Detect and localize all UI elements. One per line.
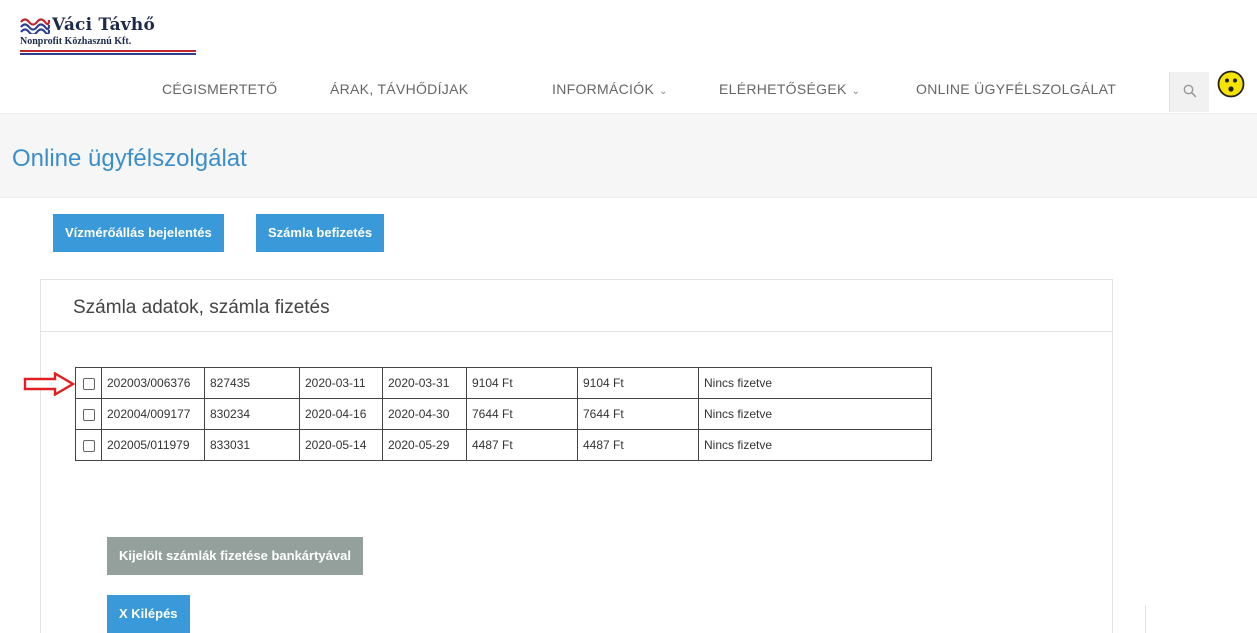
- invoice-table: 202003/006376 827435 2020-03-11 2020-03-…: [75, 367, 932, 461]
- cell-id: 830234: [204, 398, 300, 430]
- logo-subtitle: Nonprofit Közhasznú Kft.: [20, 36, 132, 47]
- cell-balance: 7644 Ft: [577, 398, 699, 430]
- table-cell-checkbox: [75, 398, 102, 430]
- cell-number: 202005/011979: [101, 429, 205, 461]
- invoice-checkbox[interactable]: [82, 377, 95, 390]
- nav-item-cegismerteto[interactable]: CÉGISMERTETŐ: [162, 81, 277, 97]
- cell-balance: 9104 Ft: [577, 367, 699, 399]
- bill-pay-button[interactable]: Számla befizetés: [256, 214, 385, 252]
- page-title-band: Online ügyfélszolgálat: [0, 113, 1257, 198]
- logo-underline-red: [20, 50, 196, 52]
- cell-balance: 4487 Ft: [577, 429, 699, 461]
- invoice-checkbox[interactable]: [82, 439, 95, 452]
- cell-id: 827435: [204, 367, 300, 399]
- cell-amount: 9104 Ft: [466, 367, 578, 399]
- page-title: Online ügyfélszolgálat: [12, 145, 247, 172]
- cell-issue-date: 2020-05-14: [299, 429, 383, 461]
- arrow-right-icon: [23, 372, 75, 396]
- nav-item-label: ELÉRHETŐSÉGEK: [719, 81, 847, 97]
- cell-amount: 7644 Ft: [466, 398, 578, 430]
- cell-due-date: 2020-05-29: [382, 429, 467, 461]
- cell-amount: 4487 Ft: [466, 429, 578, 461]
- cell-due-date: 2020-04-30: [382, 398, 467, 430]
- nav-item-label: ÁRAK, TÁVHŐDÍJAK: [330, 81, 469, 97]
- search-button[interactable]: [1169, 72, 1209, 112]
- cell-issue-date: 2020-04-16: [299, 398, 383, 430]
- cell-id: 833031: [204, 429, 300, 461]
- logo-waves-icon: [20, 18, 50, 34]
- nav-item-elerhetosegek[interactable]: ELÉRHETŐSÉGEK ⌄: [719, 81, 860, 97]
- nav-item-arak[interactable]: ÁRAK, TÁVHŐDÍJAK: [330, 81, 468, 97]
- cell-issue-date: 2020-03-11: [299, 367, 383, 399]
- table-cell-checkbox: [75, 367, 102, 399]
- cell-status: Nincs fizetve: [698, 398, 932, 430]
- panel-header: Számla adatok, számla fizetés: [41, 280, 1112, 332]
- chevron-down-icon: ⌄: [659, 86, 668, 97]
- panel-title: Számla adatok, számla fizetés: [73, 297, 330, 318]
- table-row: 202003/006376 827435 2020-03-11 2020-03-…: [75, 367, 932, 399]
- logo[interactable]: Váci Távhő Nonprofit Közhasznú Kft.: [20, 14, 210, 60]
- nav-item-label: ONLINE ÜGYFÉLSZOLGÁLAT: [916, 81, 1117, 97]
- table-row: 202005/011979 833031 2020-05-14 2020-05-…: [75, 429, 932, 461]
- cell-number: 202004/009177: [101, 398, 205, 430]
- table-cell-checkbox: [75, 429, 102, 461]
- nav-item-label: INFORMÁCIÓK: [552, 81, 655, 97]
- cell-due-date: 2020-03-31: [382, 367, 467, 399]
- smiley-icon[interactable]: [1217, 70, 1245, 98]
- cell-status: Nincs fizetve: [698, 367, 932, 399]
- divider: [1145, 605, 1146, 633]
- table-row: 202004/009177 830234 2020-04-16 2020-04-…: [75, 398, 932, 430]
- meter-report-button[interactable]: Vízmérőállás bejelentés: [53, 214, 224, 252]
- logo-title: Váci Távhő: [52, 15, 155, 35]
- invoice-checkbox[interactable]: [82, 408, 95, 421]
- pay-selected-by-card-button[interactable]: Kijelölt számlák fizetése bankártyával: [107, 537, 363, 575]
- logout-button[interactable]: X Kilépés: [107, 595, 190, 633]
- main-nav: CÉGISMERTETŐ ÁRAK, TÁVHŐDÍJAK INFORMÁCIÓ…: [0, 72, 1257, 112]
- logo-underline-blue: [20, 53, 196, 55]
- nav-item-label: CÉGISMERTETŐ: [162, 81, 278, 97]
- nav-item-informaciok[interactable]: INFORMÁCIÓK ⌄: [552, 81, 668, 97]
- chevron-down-icon: ⌄: [851, 86, 861, 97]
- cell-status: Nincs fizetve: [698, 429, 932, 461]
- search-icon: [1183, 84, 1197, 98]
- nav-item-online-ugyfelszolgalat[interactable]: ONLINE ÜGYFÉLSZOLGÁLAT: [916, 81, 1116, 97]
- cell-number: 202003/006376: [101, 367, 205, 399]
